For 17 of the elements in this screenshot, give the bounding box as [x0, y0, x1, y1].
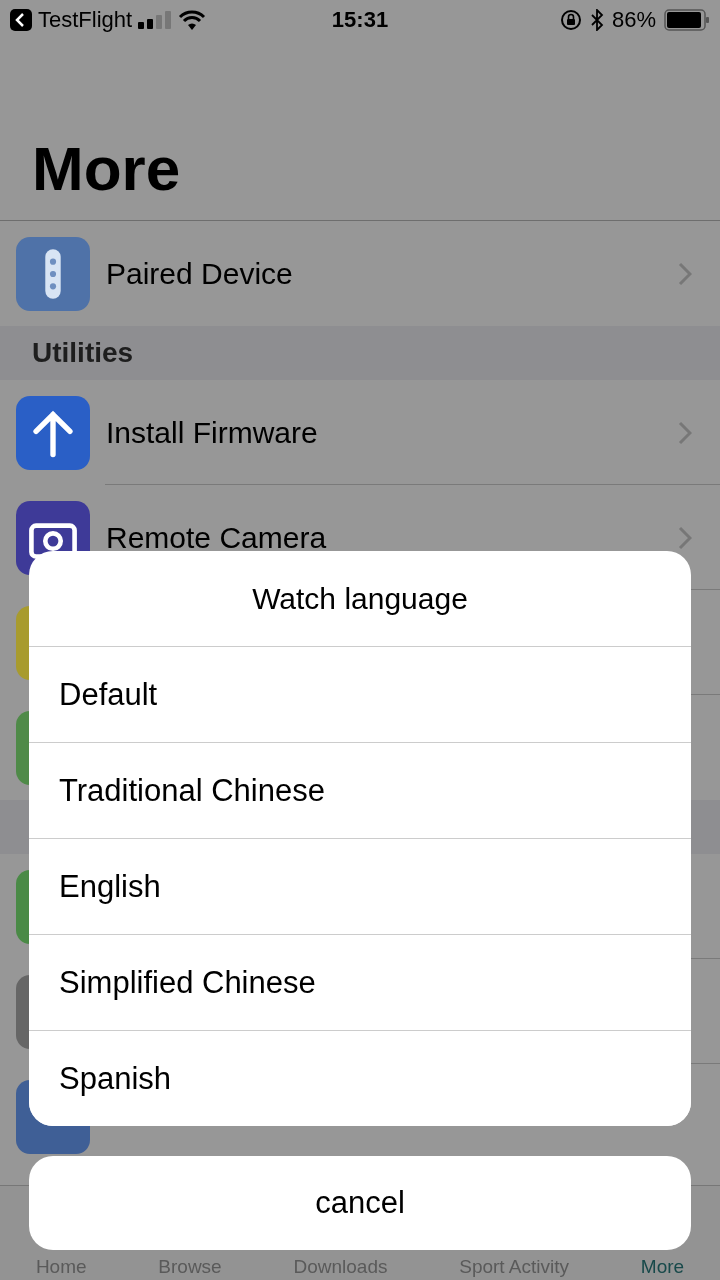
page-title: More	[0, 40, 720, 221]
row-label: Paired Device	[106, 256, 294, 291]
back-icon[interactable]	[10, 9, 32, 31]
chevron-icon	[678, 525, 692, 550]
clock: 15:31	[331, 7, 389, 33]
bluetooth-icon	[589, 9, 604, 31]
rotation-lock-icon	[559, 9, 582, 31]
section-title: Utilities	[32, 337, 134, 369]
row-label: Install Firmware	[106, 415, 319, 450]
cancel-button[interactable]: cancel	[29, 1156, 691, 1250]
wifi-icon	[178, 10, 207, 30]
chevron-icon	[678, 261, 692, 286]
signal-icon	[138, 11, 173, 29]
battery-percent: 86%	[611, 7, 656, 33]
battery-icon	[664, 9, 710, 31]
chevron-icon	[678, 420, 692, 445]
back-app-label[interactable]: TestFlight	[38, 7, 133, 33]
